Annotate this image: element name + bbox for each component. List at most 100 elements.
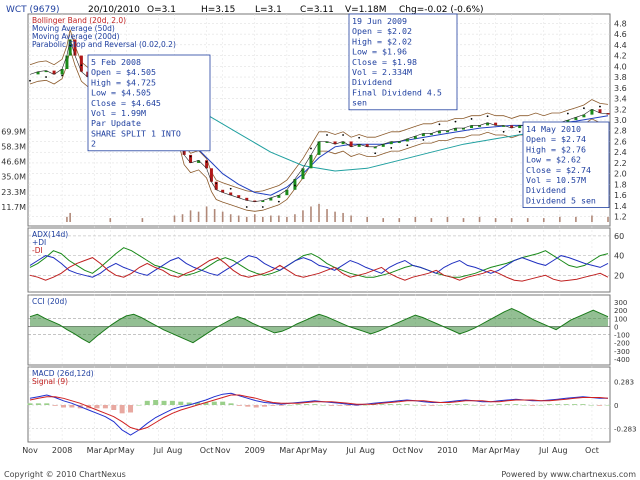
volume-bar bbox=[494, 218, 497, 222]
annotation-line: Low = $1.96 bbox=[352, 47, 407, 57]
sar-dot bbox=[438, 123, 441, 126]
annotation-line: Close = $2.74 bbox=[526, 165, 591, 175]
annotation-line: Vol = 10.57M bbox=[526, 175, 586, 185]
volume-bar bbox=[141, 218, 144, 222]
annotation-line: SHARE SPLIT 1 INTO bbox=[91, 128, 181, 138]
volume-bar bbox=[310, 206, 312, 222]
sar-dot bbox=[583, 107, 585, 110]
macd-histogram-bar bbox=[94, 405, 100, 409]
volume-bar bbox=[278, 215, 280, 222]
macd-histogram-bar bbox=[169, 400, 175, 405]
volume-bar bbox=[237, 215, 240, 222]
price-tick-label: 1.4 bbox=[614, 202, 627, 211]
macd-histogram-bar bbox=[496, 404, 502, 405]
x-tick-label: Oct bbox=[392, 446, 406, 455]
macd-histogram-bar bbox=[396, 404, 402, 405]
annotation-callout: 14 May 2010Open = $2.74High = $2.76Low =… bbox=[522, 121, 610, 208]
macd-histogram-bar bbox=[278, 405, 284, 406]
annotation-line: 14 May 2010 bbox=[526, 124, 581, 134]
annotation-line: Open = $2.02 bbox=[352, 26, 412, 36]
annotation-line: Dividend bbox=[352, 77, 392, 87]
volume-tick-label: 23.3M bbox=[1, 188, 26, 197]
volume-tick-label: 46.6M bbox=[1, 158, 26, 167]
annotation-line: Open = $2.74 bbox=[526, 134, 586, 144]
volume-bar bbox=[559, 216, 561, 222]
macd-histogram-bar bbox=[320, 405, 326, 406]
sar-dot bbox=[310, 147, 312, 150]
adx-tick-label: 20 bbox=[614, 271, 624, 280]
volume-bar bbox=[398, 218, 401, 222]
volume-bar bbox=[173, 215, 176, 222]
macd-histogram-bar bbox=[102, 405, 108, 409]
annotation-line: 19 Jun 2009 bbox=[352, 16, 407, 26]
volume-bar bbox=[294, 214, 296, 222]
volume-bar bbox=[430, 218, 433, 222]
x-tick-label: Jul bbox=[538, 446, 549, 455]
annotation-line: Close = $1.98 bbox=[352, 57, 417, 67]
annotation-callout: 19 Jun 2009Open = $2.02High = $2.02Low =… bbox=[348, 13, 458, 111]
volume-bar bbox=[109, 218, 112, 222]
sar-dot bbox=[390, 147, 393, 149]
volume-bar bbox=[270, 215, 272, 222]
volume-bar bbox=[446, 216, 449, 222]
volume-bar bbox=[318, 203, 320, 222]
macd-histogram-bar bbox=[345, 405, 351, 406]
cci-tick-label: -100 bbox=[614, 332, 630, 340]
volume-bar bbox=[69, 212, 71, 222]
volume-bar bbox=[189, 210, 192, 222]
volume-bar bbox=[366, 216, 368, 222]
volume-bar bbox=[205, 206, 208, 222]
x-tick-label: Mar bbox=[87, 446, 103, 455]
volume-bar bbox=[542, 218, 545, 222]
macd-histogram-bar bbox=[136, 405, 142, 406]
volume-bar bbox=[342, 212, 344, 222]
sar-dot bbox=[518, 130, 521, 133]
macd-histogram-bar bbox=[471, 405, 477, 406]
x-tick-label: Jul bbox=[345, 446, 356, 455]
macd-histogram-bar bbox=[563, 404, 569, 405]
macd-histogram-bar bbox=[504, 404, 510, 405]
macd-histogram-bar bbox=[228, 403, 234, 405]
volume-bar bbox=[245, 216, 248, 222]
x-tick-label: Mar bbox=[472, 446, 488, 455]
macd-histogram-bar bbox=[404, 404, 410, 405]
price-tick-label: 3.6 bbox=[614, 84, 627, 93]
price-tick-label: 3.8 bbox=[614, 73, 627, 82]
cci-tick-label: -400 bbox=[614, 356, 630, 364]
annotation-line: Low = $2.62 bbox=[526, 155, 581, 165]
sar-dot bbox=[29, 79, 31, 82]
annotation-line: sen bbox=[352, 98, 367, 108]
volume-tick-label: 58.3M bbox=[1, 143, 26, 152]
macd-histogram-bar bbox=[454, 404, 460, 405]
x-tick-label: Oct bbox=[200, 446, 214, 455]
price-tick-label: 2.2 bbox=[614, 159, 627, 168]
macd-histogram-bar bbox=[597, 405, 603, 406]
macd-histogram-bar bbox=[412, 405, 418, 406]
volume-bar bbox=[253, 214, 256, 222]
volume-bar bbox=[462, 218, 465, 222]
minus-di-legend: -DI bbox=[32, 246, 43, 255]
macd-histogram-bar bbox=[488, 405, 494, 406]
macd-histogram-bar bbox=[421, 405, 427, 406]
macd-histogram-bar bbox=[555, 404, 561, 405]
powered-by-text: Powered by www.chartnexus.com bbox=[501, 470, 636, 479]
macd-histogram-bar bbox=[35, 403, 41, 405]
macd-tick-label: 0.283 bbox=[614, 378, 634, 386]
price-tick-label: 4.8 bbox=[614, 19, 627, 28]
macd-histogram-bar bbox=[446, 404, 452, 405]
macd-histogram-bar bbox=[429, 405, 435, 406]
volume-tick-label: 69.9M bbox=[1, 128, 26, 137]
macd-histogram-bar bbox=[521, 405, 527, 406]
x-tick-label: 2009 bbox=[245, 446, 265, 455]
copyright-text: Copyright © 2010 ChartNexus bbox=[4, 470, 126, 479]
volume-bar bbox=[229, 214, 232, 222]
sar-dot bbox=[486, 115, 489, 118]
sar-dot bbox=[342, 134, 344, 136]
macd-tick-label: 0 bbox=[614, 402, 618, 410]
sar-dot bbox=[294, 184, 296, 187]
macd-histogram-bar bbox=[270, 405, 276, 406]
annotation-line: Par Update bbox=[91, 118, 141, 128]
volume-bar bbox=[591, 215, 593, 222]
macd-histogram-bar bbox=[387, 404, 393, 405]
volume-bar bbox=[181, 214, 184, 222]
